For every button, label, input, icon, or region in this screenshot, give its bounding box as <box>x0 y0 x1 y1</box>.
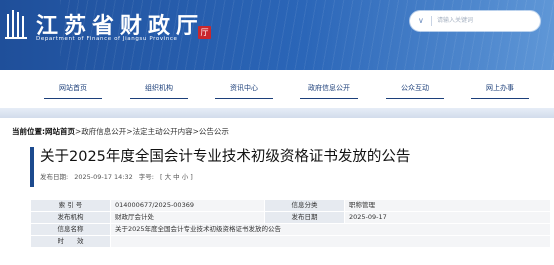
breadcrumb-prefix: 当前位置: <box>12 127 45 136</box>
breadcrumb-trail[interactable]: >政府信息公开>法定主动公开内容>公告公示 <box>75 127 229 136</box>
table-row: 信息名称 关于2025年度全国会计专业技术初级资格证书发放的公告 <box>30 223 551 236</box>
chevron-down-icon[interactable]: ∨ <box>418 16 424 26</box>
nav-item-organization[interactable]: 组织机构 <box>130 78 188 99</box>
date-value: 2025-09-17 <box>344 211 551 224</box>
index-value: 014000677/2025-00369 <box>110 199 265 212</box>
page-title: 关于2025年度全国会计专业技术初级资格证书发放的公告 <box>40 149 411 165</box>
table-row: 索 引 号 014000677/2025-00369 信息分类 职称管理 <box>30 199 551 212</box>
publish-label: 发布日期: <box>40 173 69 181</box>
name-label: 信息名称 <box>30 223 111 236</box>
category-label: 信息分类 <box>264 199 345 212</box>
search-input[interactable]: 请输入关键词 <box>437 17 473 25</box>
search-box[interactable]: ∨ 请输入关键词 <box>410 11 540 31</box>
date-label: 发布日期 <box>264 211 345 224</box>
article-meta: 发布日期: 2025-09-17 14:32 字号: [ 大 中 小 ] <box>40 173 199 182</box>
publish-date: 2025-09-17 14:32 <box>74 173 133 181</box>
index-label: 索 引 号 <box>30 199 111 212</box>
nav-item-home[interactable]: 网站首页 <box>44 78 102 99</box>
site-header: 江苏省财政厅 Department of Finance of Jiangsu … <box>0 0 554 70</box>
nav-item-services[interactable]: 网上办事 <box>471 78 529 99</box>
breadcrumb-home-link[interactable]: 网站首页 <box>45 127 75 136</box>
font-size-switch[interactable]: [ 大 中 小 ] <box>160 173 193 181</box>
nav-item-news[interactable]: 资讯中心 <box>215 78 273 99</box>
divider-band <box>0 108 554 118</box>
validity-label: 时 效 <box>30 235 111 248</box>
nav-item-gov-info[interactable]: 政府信息公开 <box>300 78 358 99</box>
name-value: 关于2025年度全国会计专业技术初级资格证书发放的公告 <box>110 223 551 236</box>
breadcrumb: 当前位置:网站首页>政府信息公开>法定主动公开内容>公告公示 <box>12 127 229 137</box>
validity-value <box>110 235 551 248</box>
seal-stamp: 厅 <box>198 26 211 39</box>
font-size-label: 字号: <box>138 173 154 181</box>
org-value: 财政厅会计处 <box>110 211 265 224</box>
table-row: 时 效 <box>30 235 551 248</box>
org-label: 发布机构 <box>30 211 111 224</box>
nav-item-interaction[interactable]: 公众互动 <box>386 78 444 99</box>
title-accent-bar <box>30 147 34 187</box>
category-value: 职称管理 <box>344 199 551 212</box>
search-divider <box>431 16 432 26</box>
emblem-icon <box>5 10 27 39</box>
site-logo-subtitle: Department of Finance of Jiangsu Provinc… <box>36 36 178 42</box>
info-table: 索 引 号 014000677/2025-00369 信息分类 职称管理 发布机… <box>30 199 551 248</box>
table-row: 发布机构 财政厅会计处 发布日期 2025-09-17 <box>30 211 551 224</box>
